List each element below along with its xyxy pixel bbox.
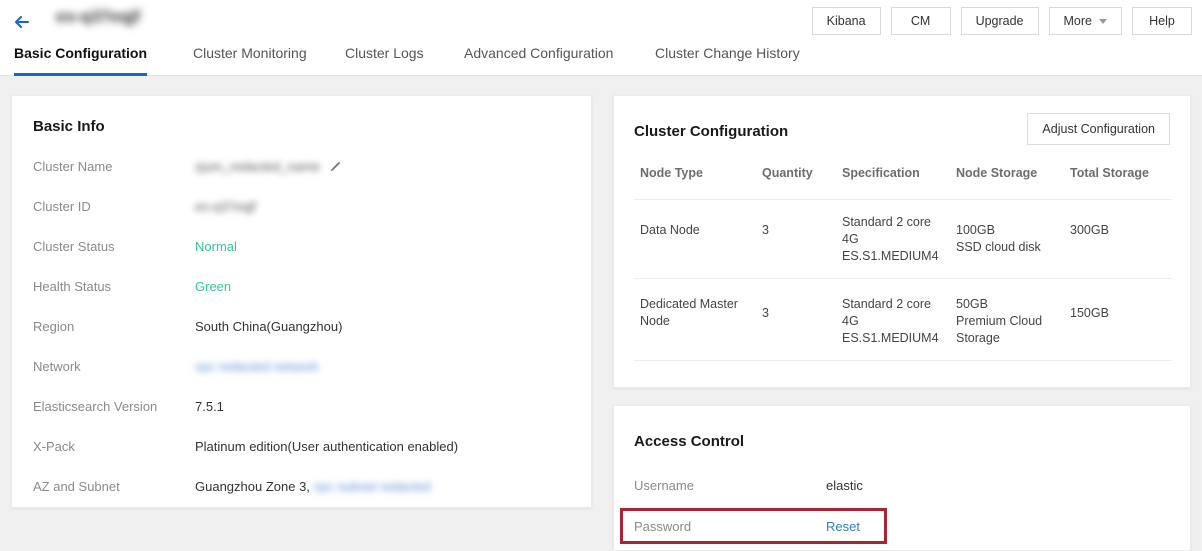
password-label: Password <box>634 519 691 534</box>
username-label: Username <box>634 478 694 493</box>
info-label: Region <box>33 319 74 334</box>
info-value-wrap: zjum_redacted_name <box>195 159 341 175</box>
tab-bar: Basic Configuration Cluster Monitoring C… <box>0 44 1202 76</box>
table-row: Data Node 3 Standard 2 core 4G ES.S1.MED… <box>634 200 1172 279</box>
info-label: Health Status <box>33 279 111 294</box>
elasticsearch-version-value: 7.5.1 <box>195 399 224 414</box>
kibana-button[interactable]: Kibana <box>812 7 881 35</box>
cm-button-label: CM <box>911 14 930 28</box>
cluster-status-value: Normal <box>195 239 237 254</box>
password-reset-link[interactable]: Reset <box>826 519 860 534</box>
table-header-row: Node Type Quantity Specification Node St… <box>634 166 1172 200</box>
cell-quantity: 3 <box>762 222 822 239</box>
info-label: Network <box>33 359 81 374</box>
cell-specification: Standard 2 core 4G ES.S1.MEDIUM4 <box>842 296 952 347</box>
az-and-subnet-value: Guangzhou Zone 3, <box>195 479 310 494</box>
tab-basic-configuration[interactable]: Basic Configuration <box>14 44 147 76</box>
cell-node-type: Dedicated Master Node <box>640 296 756 330</box>
info-row-x-pack: X-Pack Platinum edition(User authenticat… <box>33 439 573 457</box>
x-pack-value: Platinum edition(User authentication ena… <box>195 439 458 454</box>
network-value: vpc redacted network <box>195 359 319 374</box>
upgrade-button-label: Upgrade <box>976 14 1024 28</box>
chevron-down-icon <box>1099 19 1107 24</box>
help-button[interactable]: Help <box>1132 7 1192 35</box>
tab-label: Cluster Logs <box>345 45 424 61</box>
tab-advanced-configuration[interactable]: Advanced Configuration <box>464 44 613 76</box>
cm-button[interactable]: CM <box>891 7 951 35</box>
access-control-row-password: Password Reset <box>634 519 1114 537</box>
app-header: es-q37eqjf Kibana CM Upgrade More Help <box>0 0 1202 44</box>
header-button-group: Kibana CM Upgrade More Help <box>812 7 1192 35</box>
column-header-quantity: Quantity <box>762 166 822 180</box>
az-subnet-redacted: vpc subnet redacted <box>314 479 431 494</box>
cluster-name-value: zjum_redacted_name <box>195 159 320 174</box>
username-value: elastic <box>826 478 863 493</box>
tab-cluster-logs[interactable]: Cluster Logs <box>345 44 424 76</box>
page-title: es-q37eqjf <box>56 7 140 27</box>
info-label: X-Pack <box>33 439 75 454</box>
kibana-button-label: Kibana <box>827 14 866 28</box>
cell-node-storage: 50GB Premium Cloud Storage <box>956 296 1062 347</box>
basic-info-card: Basic Info Cluster Name zjum_redacted_na… <box>11 95 592 508</box>
column-header-total-storage: Total Storage <box>1070 166 1170 180</box>
access-control-row-username: Username elastic <box>634 478 1114 496</box>
column-header-node-storage: Node Storage <box>956 166 1062 180</box>
cluster-configuration-table: Node Type Quantity Specification Node St… <box>634 166 1172 361</box>
cell-quantity: 3 <box>762 305 822 322</box>
cluster-configuration-card: Cluster Configuration Adjust Configurati… <box>613 95 1191 388</box>
tab-cluster-change-history[interactable]: Cluster Change History <box>655 44 800 76</box>
column-header-node-type: Node Type <box>640 166 756 180</box>
upgrade-button[interactable]: Upgrade <box>961 7 1039 35</box>
info-label: Cluster Status <box>33 239 115 254</box>
info-row-cluster-id: Cluster ID es-q37eqjf <box>33 199 573 217</box>
tab-label: Cluster Change History <box>655 45 800 61</box>
cell-node-type: Data Node <box>640 222 756 239</box>
info-row-elasticsearch-version: Elasticsearch Version 7.5.1 <box>33 399 573 417</box>
cell-total-storage: 150GB <box>1070 305 1170 322</box>
adjust-configuration-label: Adjust Configuration <box>1042 122 1155 136</box>
cell-total-storage: 300GB <box>1070 222 1170 239</box>
column-header-specification: Specification <box>842 166 952 180</box>
cluster-configuration-title: Cluster Configuration <box>634 123 788 140</box>
region-value: South China(Guangzhou) <box>195 319 342 334</box>
table-row: Dedicated Master Node 3 Standard 2 core … <box>634 279 1172 361</box>
adjust-configuration-button[interactable]: Adjust Configuration <box>1027 113 1170 145</box>
access-control-card: Access Control Username elastic Password… <box>613 405 1191 551</box>
health-status-value: Green <box>195 279 231 294</box>
pencil-icon[interactable] <box>330 160 341 175</box>
cell-specification: Standard 2 core 4G ES.S1.MEDIUM4 <box>842 214 952 265</box>
basic-info-title: Basic Info <box>33 118 105 135</box>
cell-node-storage: 100GB SSD cloud disk <box>956 222 1062 256</box>
info-label: Cluster Name <box>33 159 112 174</box>
az-and-subnet-value-wrap: Guangzhou Zone 3, vpc subnet redacted <box>195 479 431 494</box>
tab-label: Basic Configuration <box>14 45 147 61</box>
info-row-cluster-status: Cluster Status Normal <box>33 239 573 257</box>
info-row-network: Network vpc redacted network <box>33 359 573 377</box>
access-control-title: Access Control <box>634 433 744 450</box>
info-row-az-and-subnet: AZ and Subnet Guangzhou Zone 3, vpc subn… <box>33 479 573 497</box>
tab-label: Advanced Configuration <box>464 45 613 61</box>
tab-label: Cluster Monitoring <box>193 45 307 61</box>
tab-cluster-monitoring[interactable]: Cluster Monitoring <box>193 44 307 76</box>
help-button-label: Help <box>1149 14 1175 28</box>
info-label: Cluster ID <box>33 199 91 214</box>
more-button[interactable]: More <box>1049 7 1122 35</box>
cluster-id-value: es-q37eqjf <box>195 199 256 214</box>
back-arrow-icon[interactable] <box>10 10 36 34</box>
info-row-health-status: Health Status Green <box>33 279 573 297</box>
info-row-region: Region South China(Guangzhou) <box>33 319 573 337</box>
info-row-cluster-name: Cluster Name zjum_redacted_name <box>33 159 573 177</box>
more-button-label: More <box>1064 14 1092 28</box>
info-label: AZ and Subnet <box>33 479 120 494</box>
info-label: Elasticsearch Version <box>33 399 157 414</box>
